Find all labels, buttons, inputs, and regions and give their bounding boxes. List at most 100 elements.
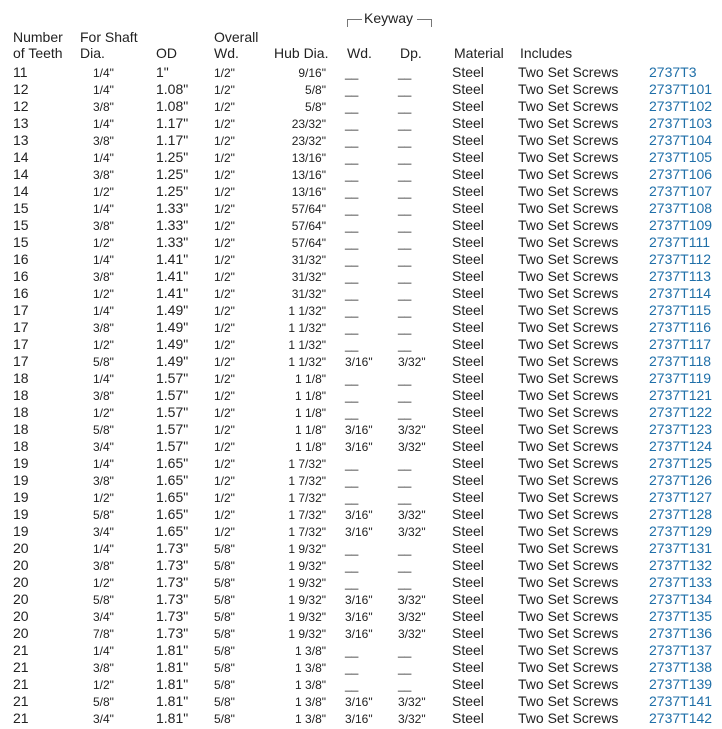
od-cell: 1.73" <box>156 625 189 641</box>
keyway-dp-cell: __ <box>398 304 412 318</box>
shaft-dia-cell: 3/8" <box>93 474 114 488</box>
od-cell: 1.49" <box>156 302 189 318</box>
part-number-link[interactable]: 2737T135 <box>649 608 712 624</box>
part-number-link[interactable]: 2737T138 <box>649 659 712 675</box>
shaft-dia-cell: 1/4" <box>93 83 114 97</box>
hub-dia-cell: 1 3/8" <box>295 712 326 726</box>
hub-dia-cell: 1 3/8" <box>295 661 326 675</box>
teeth-cell: 17 <box>13 353 29 369</box>
part-number-link[interactable]: 2737T128 <box>649 506 712 522</box>
overall-wd-cell: 1/2" <box>214 117 235 131</box>
keyway-wd-cell: 3/16" <box>345 695 373 709</box>
part-number-link[interactable]: 2737T137 <box>649 642 712 658</box>
includes-cell: Two Set Screws <box>518 302 619 318</box>
od-cell: 1.73" <box>156 608 189 624</box>
part-number-link[interactable]: 2737T112 <box>649 251 711 267</box>
part-number-link[interactable]: 2737T109 <box>649 217 712 233</box>
part-number-link[interactable]: 2737T129 <box>649 523 712 539</box>
teeth-cell: 14 <box>13 183 29 199</box>
overall-wd-cell: 1/2" <box>214 491 235 505</box>
teeth-cell: 20 <box>13 608 29 624</box>
includes-cell: Two Set Screws <box>518 268 619 284</box>
part-number-link[interactable]: 2737T141 <box>649 693 712 709</box>
part-number-link[interactable]: 2737T3 <box>649 64 696 80</box>
table-row: 20 1/4" 1.73" 5/8" 1 9/32" __ __ Steel Two Set S… <box>0 539 722 556</box>
hub-dia-cell: 23/32" <box>291 134 326 148</box>
od-cell: 1.73" <box>156 591 189 607</box>
keyway-wd-cell: __ <box>345 304 359 318</box>
includes-cell: Two Set Screws <box>518 353 619 369</box>
part-number-link[interactable]: 2737T111 <box>649 234 710 250</box>
part-number-link[interactable]: 2737T116 <box>649 319 711 335</box>
keyway-dp-cell: __ <box>398 576 412 590</box>
part-number-link[interactable]: 2737T124 <box>649 438 712 454</box>
keyway-dp-cell: __ <box>398 219 412 233</box>
keyway-wd-cell: 3/16" <box>345 712 373 726</box>
part-number-link[interactable]: 2737T125 <box>649 455 712 471</box>
keyway-dp-cell: __ <box>398 134 412 148</box>
part-number-link[interactable]: 2737T134 <box>649 591 712 607</box>
part-number-link[interactable]: 2737T139 <box>649 676 712 692</box>
material-cell: Steel <box>452 183 484 199</box>
od-cell: 1.73" <box>156 557 189 573</box>
part-number-link[interactable]: 2737T123 <box>649 421 712 437</box>
keyway-wd-cell: __ <box>345 559 359 573</box>
part-number-link[interactable]: 2737T103 <box>649 115 712 131</box>
hub-dia-cell: 57/64" <box>291 236 326 250</box>
part-number-link[interactable]: 2737T106 <box>649 166 712 182</box>
part-number-link[interactable]: 2737T142 <box>649 710 712 726</box>
keyway-wd-cell: __ <box>345 576 359 590</box>
hub-dia-cell: 1 3/8" <box>295 678 326 692</box>
part-number-link[interactable]: 2737T132 <box>649 557 712 573</box>
shaft-dia-cell: 3/4" <box>93 610 114 624</box>
shaft-dia-cell: 5/8" <box>93 355 114 369</box>
part-number-link[interactable]: 2737T114 <box>649 285 711 301</box>
teeth-cell: 16 <box>13 251 29 267</box>
includes-cell: Two Set Screws <box>518 506 619 522</box>
material-cell: Steel <box>452 149 484 165</box>
part-number-link[interactable]: 2737T131 <box>649 540 712 556</box>
part-number-link[interactable]: 2737T122 <box>649 404 712 420</box>
table-row: 19 1/4" 1.65" 1/2" 1 7/32" __ __ Steel Two Set S… <box>0 454 722 471</box>
part-number-link[interactable]: 2737T127 <box>649 489 712 505</box>
overall-wd-cell: 1/2" <box>214 474 235 488</box>
header-material: Material <box>454 45 504 61</box>
shaft-dia-cell: 1/4" <box>93 202 114 216</box>
hub-dia-cell: 1 3/8" <box>295 695 326 709</box>
teeth-cell: 18 <box>13 421 29 437</box>
table-row: 20 1/2" 1.73" 5/8" 1 9/32" __ __ Steel Two Set S… <box>0 573 722 590</box>
part-number-link[interactable]: 2737T136 <box>649 625 712 641</box>
keyway-dp-cell: 3/32" <box>398 593 426 607</box>
shaft-dia-cell: 1/2" <box>93 287 114 301</box>
part-number-link[interactable]: 2737T104 <box>649 132 712 148</box>
material-cell: Steel <box>452 98 484 114</box>
part-number-link[interactable]: 2737T108 <box>649 200 712 216</box>
hub-dia-cell: 1 9/32" <box>288 542 326 556</box>
part-number-link[interactable]: 2737T119 <box>649 370 711 386</box>
part-number-link[interactable]: 2737T117 <box>649 336 711 352</box>
part-number-link[interactable]: 2737T102 <box>649 98 712 114</box>
shaft-dia-cell: 1/4" <box>93 372 114 386</box>
keyway-wd-cell: 3/16" <box>345 593 373 607</box>
keyway-dp-cell: __ <box>398 644 412 658</box>
includes-cell: Two Set Screws <box>518 523 619 539</box>
part-number-link[interactable]: 2737T126 <box>649 472 712 488</box>
material-cell: Steel <box>452 591 484 607</box>
overall-wd-cell: 1/2" <box>214 168 235 182</box>
part-number-link[interactable]: 2737T107 <box>649 183 712 199</box>
overall-wd-cell: 1/2" <box>214 219 235 233</box>
material-cell: Steel <box>452 387 484 403</box>
includes-cell: Two Set Screws <box>518 336 619 352</box>
keyway-wd-cell: __ <box>345 542 359 556</box>
material-cell: Steel <box>452 506 484 522</box>
overall-wd-cell: 1/2" <box>214 100 235 114</box>
includes-cell: Two Set Screws <box>518 676 619 692</box>
part-number-link[interactable]: 2737T118 <box>649 353 711 369</box>
part-number-link[interactable]: 2737T105 <box>649 149 712 165</box>
part-number-link[interactable]: 2737T133 <box>649 574 712 590</box>
material-cell: Steel <box>452 200 484 216</box>
part-number-link[interactable]: 2737T115 <box>649 302 711 318</box>
part-number-link[interactable]: 2737T101 <box>649 81 712 97</box>
part-number-link[interactable]: 2737T113 <box>649 268 711 284</box>
part-number-link[interactable]: 2737T121 <box>649 387 712 403</box>
